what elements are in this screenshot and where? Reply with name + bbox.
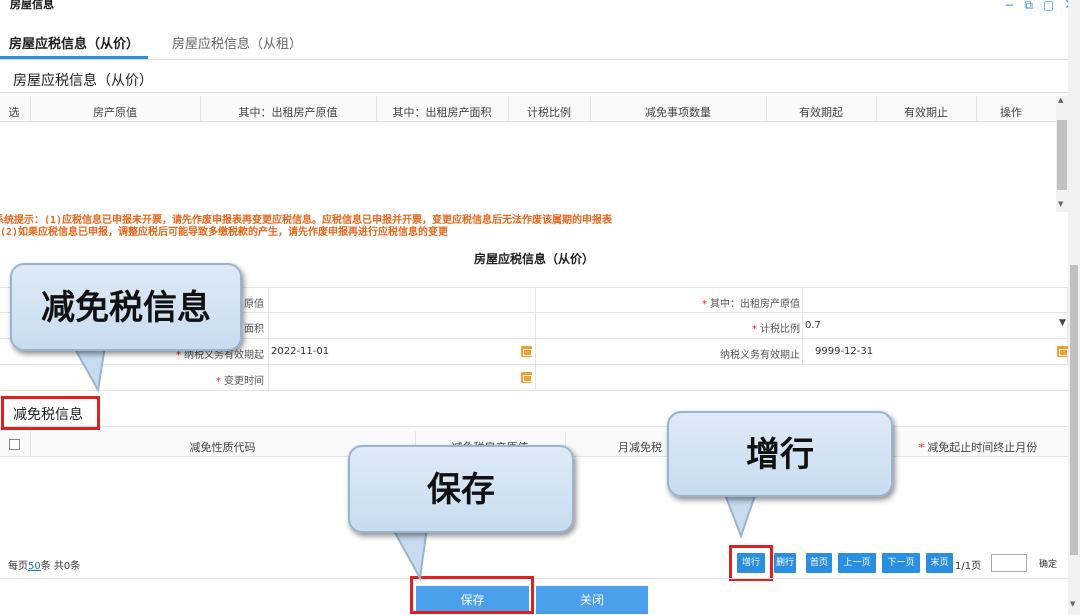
- area-field[interactable]: [268, 313, 536, 339]
- delete-row-button[interactable]: 删行: [774, 553, 796, 573]
- section-title: 房屋应税信息（从价）: [13, 73, 153, 89]
- go-button[interactable]: 确定: [1039, 557, 1057, 570]
- window-titlebar: 房屋信息 − ⧉ ▢ ✕: [0, 0, 1080, 16]
- calendar-icon[interactable]: [521, 346, 532, 357]
- col-valid-from: 有效期起: [799, 106, 843, 119]
- col-tax-ratio: 计税比例: [527, 106, 571, 119]
- col-operation: 操作: [1000, 106, 1022, 119]
- col-valid-to: 有效期止: [904, 106, 948, 119]
- valid-to-label: 纳税义务有效期止: [720, 350, 800, 361]
- next-page-button[interactable]: 下一页: [882, 553, 920, 573]
- active-tab-indicator: [0, 56, 148, 59]
- pager-info: 每页50条 共0条: [8, 561, 81, 572]
- scroll-thumb[interactable]: [1070, 265, 1078, 555]
- col-original-value: 房产原值: [93, 106, 137, 119]
- col-reduction-count: 减免事项数量: [645, 106, 711, 119]
- tax-ratio-select[interactable]: 0.7 ▼: [802, 313, 1068, 339]
- scroll-thumb[interactable]: [1057, 120, 1067, 190]
- valid-from-value: 2022-11-01: [271, 346, 330, 357]
- tab-bar: 房屋应税信息（从价） 房屋应税信息（从租）: [0, 24, 1080, 60]
- notice-line-2: (2)如果应税信息已申报，调整应税后可能导致多缴税款的产生，请先作废申报再进行应…: [0, 227, 449, 238]
- first-page-button[interactable]: 首页: [806, 553, 832, 573]
- valid-to-value: 9999-12-31: [815, 346, 874, 357]
- footer-bar: [0, 578, 1068, 615]
- select-all-checkbox[interactable]: [9, 439, 20, 450]
- grid-header: 选择 房产原值 其中：出租房产原值 其中：出租房产面积 计税比例 减免事项数量 …: [0, 96, 1056, 135]
- calendar-icon[interactable]: [1057, 346, 1068, 357]
- system-notice: 系统提示：(1)应税信息已申报未开票，请先作废申报表再变更应税信息。应税信息已申…: [0, 215, 1068, 239]
- col-reduction-period: * 减免起止时间终止月份: [918, 441, 1038, 454]
- valid-from-field[interactable]: 2022-11-01: [268, 339, 536, 365]
- page-count: 1/1页: [955, 561, 982, 572]
- rent-original-value-label: * 其中：出租房产原值: [702, 299, 800, 310]
- section-header-tax-reduction[interactable]: 减免税信息 ⌄: [0, 397, 1078, 427]
- rent-original-value-field[interactable]: [802, 288, 1068, 314]
- scroll-up-icon[interactable]: ▲: [1058, 96, 1063, 104]
- prev-page-button[interactable]: 上一页: [838, 553, 876, 573]
- col-rent-original-value: 其中：出租房产原值: [238, 106, 338, 119]
- callout-save: 保存: [348, 445, 574, 533]
- minimize-icon[interactable]: −: [1004, 0, 1014, 12]
- page-number-input[interactable]: [991, 554, 1027, 572]
- callout-add-row: 增行: [667, 411, 893, 497]
- page-scrollbar[interactable]: ▼: [1068, 0, 1080, 615]
- form-row-4: * 变更时间: [0, 365, 1068, 391]
- window-title: 房屋信息: [10, 0, 54, 11]
- scroll-down-icon[interactable]: ▼: [1070, 600, 1075, 608]
- callout-tax-reduction: 减免税信息: [10, 263, 242, 351]
- tax-ratio-value: 0.7: [805, 320, 821, 331]
- grid-scrollbar[interactable]: ▲ ▼: [1056, 96, 1068, 212]
- change-time-label: * 变更时间: [216, 376, 264, 387]
- section-header-ad-valorem[interactable]: 房屋应税信息（从价） ⌄: [0, 63, 1078, 93]
- chevron-down-icon[interactable]: ▼: [1059, 318, 1066, 328]
- scroll-down-icon[interactable]: ▼: [1058, 200, 1063, 208]
- col-rent-area: 其中：出租房产面积: [392, 106, 492, 119]
- notice-line-1: 系统提示：(1)应税信息已申报未开票，请先作废申报表再变更应税信息。应税信息已申…: [0, 215, 613, 226]
- per-page-link[interactable]: 50: [28, 561, 41, 572]
- grid-body: [0, 122, 1056, 214]
- change-time-field[interactable]: [268, 365, 536, 391]
- valid-to-field[interactable]: 9999-12-31: [802, 339, 1068, 365]
- original-value-field[interactable]: [268, 288, 536, 314]
- tab-rental[interactable]: 房屋应税信息（从租）: [172, 33, 302, 52]
- tax-ratio-label: * 计税比例: [752, 324, 800, 335]
- calendar-icon[interactable]: [521, 372, 532, 383]
- highlight-box-add-row: [729, 545, 773, 581]
- tab-ad-valorem[interactable]: 房屋应税信息（从价）: [9, 33, 139, 52]
- maximize-icon[interactable]: ▢: [1043, 0, 1054, 12]
- restore-icon[interactable]: ⧉: [1024, 0, 1033, 12]
- highlight-box-tax-reduction: [1, 396, 100, 430]
- last-page-button[interactable]: 末页: [926, 553, 953, 573]
- close-button[interactable]: 关闭: [536, 586, 648, 614]
